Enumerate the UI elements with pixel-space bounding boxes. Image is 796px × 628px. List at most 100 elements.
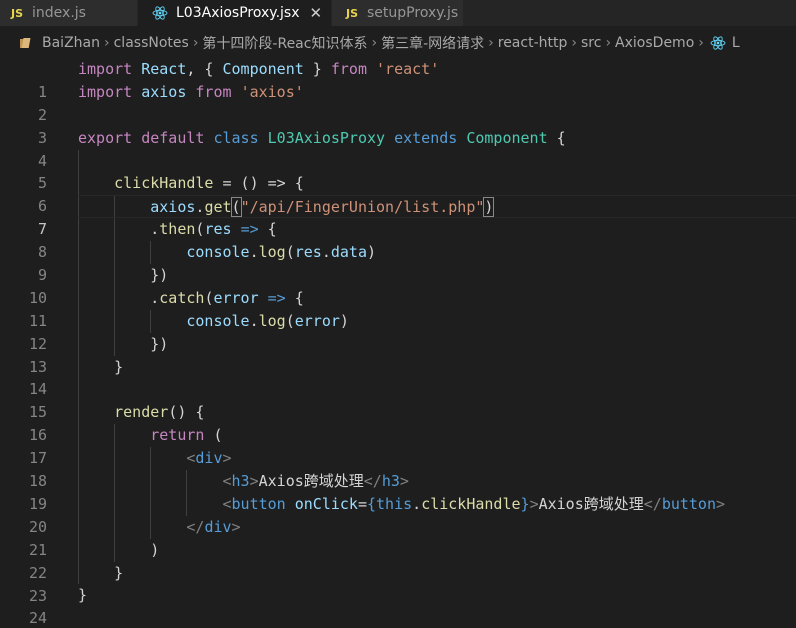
code-line: 25 (0, 607, 796, 628)
code-token: 'axios' (240, 82, 304, 101)
code-line: 18 <div> (0, 447, 796, 490)
code-token: Axios跨域处理 (258, 472, 364, 491)
code-token: } (78, 586, 88, 605)
code-token: button (661, 494, 716, 513)
code-line: 13 }) (0, 332, 796, 376)
code-token: axios (141, 82, 187, 101)
code-token: console (186, 243, 250, 262)
code-token: 'react' (376, 60, 440, 78)
code-line: 22 ) (0, 538, 796, 582)
code-token: from (330, 60, 367, 78)
code-token: button (231, 494, 286, 513)
chevron-right-icon: › (488, 35, 494, 51)
code-token: } (114, 357, 124, 376)
tab-l03axiosproxy-jsx[interactable]: L03AxiosProxy.jsx ✕ (138, 0, 332, 26)
tab-index-js[interactable]: JS index.js (0, 0, 138, 26)
code-line: 2 import axios from 'axios' (0, 81, 796, 124)
react-icon (152, 6, 168, 20)
tab-label: index.js (32, 5, 86, 21)
code-token: clickHandle (114, 174, 214, 193)
code-token: h3 (381, 472, 400, 491)
code-token: render (114, 403, 169, 422)
breadcrumb-item[interactable]: 第十四阶段-Reac知识体系 (202, 33, 367, 53)
code-token: log (258, 243, 286, 262)
code-token: extends (394, 128, 458, 147)
code-token: div (204, 517, 232, 536)
code-token: return (150, 426, 205, 445)
code-token: h3 (231, 472, 250, 491)
code-token: error (213, 288, 259, 307)
code-token: import (78, 60, 133, 78)
code-line: 12 console.log(error) (0, 309, 796, 353)
code-token: log (258, 311, 286, 330)
code-line: 15 (0, 378, 796, 421)
code-token: export (78, 128, 133, 147)
code-line: 17 return ( (0, 424, 796, 467)
code-line: 21 </div> (0, 515, 796, 559)
code-token: } (114, 563, 124, 582)
code-token: default (141, 128, 205, 147)
chevron-right-icon: › (104, 35, 110, 51)
code-token: = () => { (213, 174, 304, 193)
folder-icon (20, 38, 31, 48)
tab-setupproxy-js[interactable]: JS setupProxy.js (332, 0, 464, 26)
code-line: 5 (0, 149, 796, 192)
code-token: div (195, 449, 223, 468)
code-token: get (204, 198, 232, 217)
code-token: Component (222, 60, 304, 78)
code-editor[interactable]: 1 import React, { Component } from 'reac… (0, 58, 796, 628)
code-token: Component (466, 128, 548, 147)
code-line: 11 .catch(error => { (0, 286, 796, 330)
code-token: axios (150, 198, 196, 217)
breadcrumb-item[interactable]: BaiZhan (42, 35, 100, 51)
code-line: 19 <h3>Axios跨域处理</h3> (0, 470, 796, 513)
breadcrumb: BaiZhan › classNotes › 第十四阶段-Reac知识体系 › … (0, 26, 796, 60)
tab-label: L03AxiosProxy.jsx (176, 5, 300, 21)
code-line: 6 clickHandle = () => { (0, 172, 796, 215)
code-token: L03AxiosProxy (267, 128, 386, 147)
react-icon (710, 36, 726, 50)
code-token: , { (186, 60, 223, 78)
breadcrumb-item[interactable]: react-http (498, 35, 568, 51)
chevron-right-icon: › (698, 35, 704, 51)
chevron-right-icon: › (605, 35, 612, 51)
breadcrumb-item[interactable]: 第三章-网络请求 (381, 33, 484, 53)
breadcrumb-item[interactable]: src (581, 35, 601, 51)
code-token: => (240, 220, 259, 239)
tab-label: setupProxy.js (367, 5, 459, 21)
code-token: => (267, 288, 286, 307)
code-token: catch (159, 288, 205, 307)
tab-bar: JS index.js L03AxiosProxy.jsx ✕ JS setup… (0, 0, 796, 26)
code-line-current: 7 axios.get("/api/FingerUnion/list.php") (0, 195, 796, 238)
code-token: import (78, 82, 133, 101)
code-token: this (376, 494, 413, 513)
code-token: "/api/FingerUnion/list.php" (240, 198, 485, 217)
breadcrumb-item[interactable]: L (732, 35, 740, 51)
code-line: 14 } (0, 355, 796, 398)
code-line: 10 }) (0, 264, 796, 307)
code-token: then (159, 220, 196, 239)
code-token: onClick (294, 494, 358, 513)
code-token: clickHandle (421, 494, 521, 513)
breadcrumb-item[interactable]: classNotes (114, 35, 189, 51)
js-file-icon: JS (346, 6, 359, 20)
code-token: console (186, 311, 250, 330)
code-token: }) (150, 334, 169, 353)
code-token: from (195, 82, 232, 101)
chevron-right-icon: › (371, 35, 378, 51)
code-line: 20 <button onClick={this.clickHandle}>Ax… (0, 492, 796, 536)
code-token: { (547, 128, 566, 147)
code-token: res (204, 220, 232, 239)
code-token: React (141, 60, 187, 78)
code-token: error (294, 311, 340, 330)
code-line: 1 import React, { Component } from 'reac… (0, 58, 796, 101)
code-line: 9 console.log(res.data) (0, 241, 796, 284)
close-icon[interactable]: ✕ (310, 5, 323, 21)
code-line: 4 export default class L03AxiosProxy ext… (0, 127, 796, 170)
code-line: 23 } (0, 561, 796, 605)
code-line: 16 render() { (0, 401, 796, 444)
code-token: res (294, 243, 322, 262)
chevron-right-icon: › (571, 35, 577, 51)
chevron-right-icon: › (192, 35, 199, 51)
breadcrumb-item[interactable]: AxiosDemo (615, 35, 694, 51)
